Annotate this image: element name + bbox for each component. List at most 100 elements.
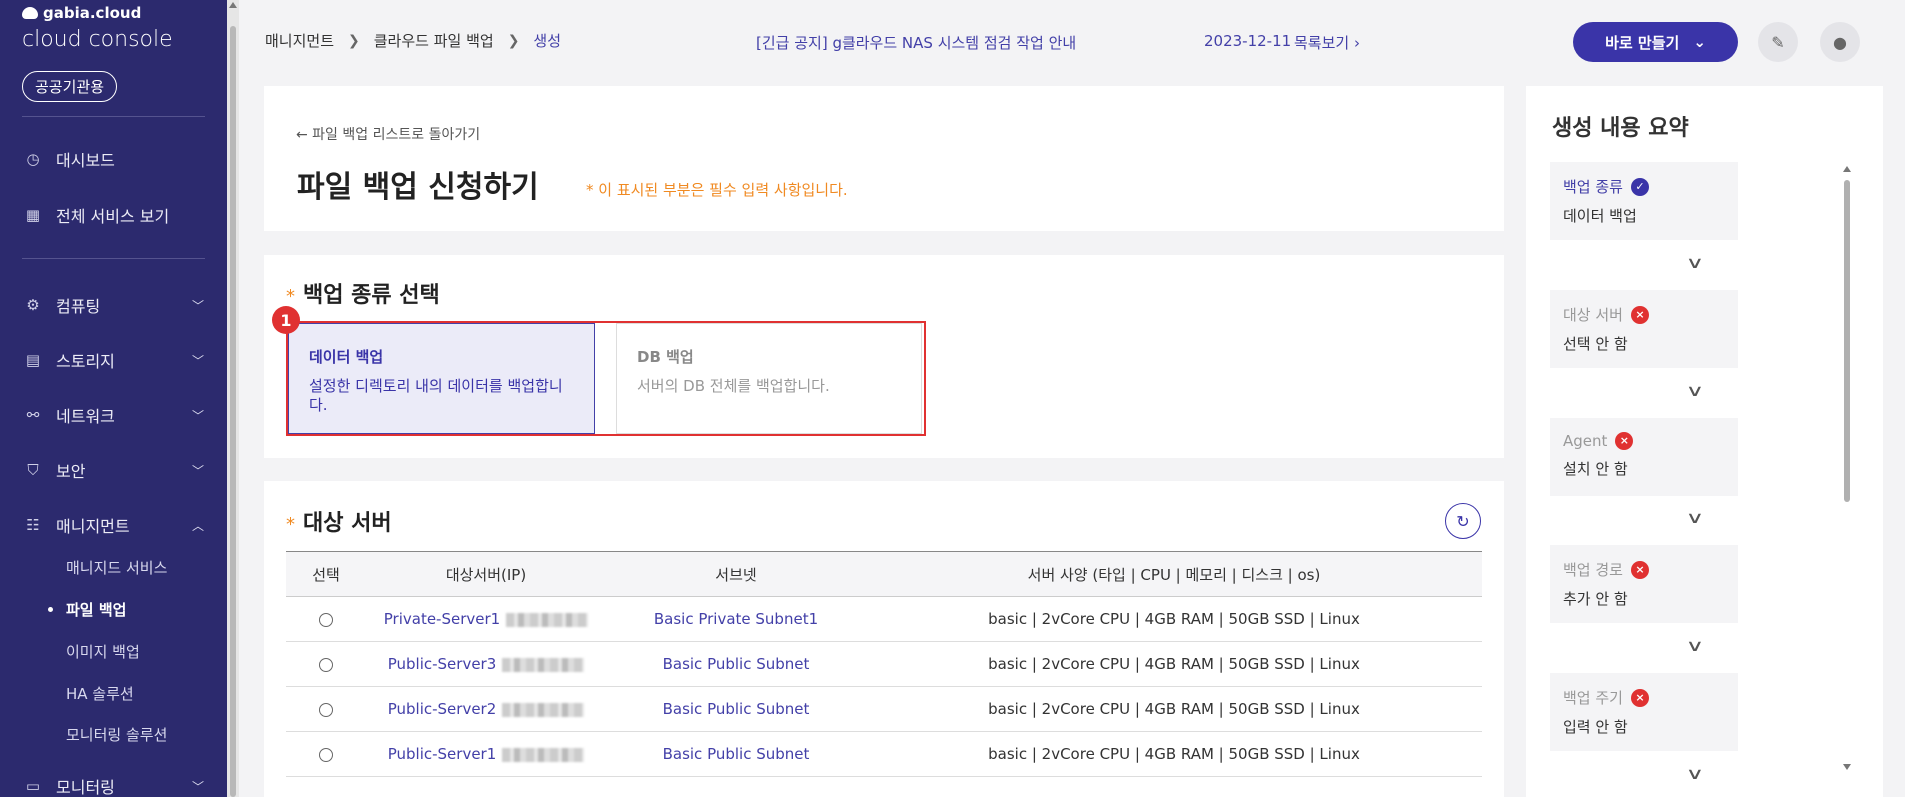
page-title: 파일 백업 신청하기 bbox=[297, 170, 539, 205]
table-row[interactable]: Public-Server2 Basic Public Subnet basic… bbox=[286, 686, 1482, 732]
server-radio[interactable] bbox=[319, 612, 333, 627]
target-server-title: * 대상 서버 bbox=[286, 505, 392, 537]
notice-link[interactable]: [긴급 공지] g클라우드 NAS 시스템 점검 작업 안내 bbox=[756, 32, 1076, 53]
select-cell bbox=[286, 731, 366, 777]
summary-label-text: 백업 종류 bbox=[1563, 178, 1623, 196]
sidebar-scrollbar[interactable] bbox=[227, 0, 239, 797]
sidebar-item-label: 스토리지 bbox=[56, 352, 115, 371]
summary-item-backup-type: 백업 종류 ✓ 데이터 백업 bbox=[1550, 162, 1738, 240]
option-data-backup[interactable]: 데이터 백업 설정한 디렉토리 내의 데이터를 백업합니다. bbox=[288, 323, 595, 434]
chevron-down-icon: ⌄ bbox=[1693, 33, 1706, 51]
chevron-down-icon[interactable]: ∨ bbox=[1685, 764, 1704, 783]
sidebar-sub-monitoring-solution[interactable]: 모니터링 솔루션 bbox=[66, 724, 167, 745]
sidebar-item-management[interactable]: ☷ 매니지먼트 ︿ bbox=[24, 510, 204, 540]
option-title: 데이터 백업 bbox=[309, 348, 384, 366]
server-radio[interactable] bbox=[319, 747, 333, 762]
sidebar-item-all-services[interactable]: ▦ 전체 서비스 보기 bbox=[24, 200, 204, 230]
spec-cell: basic | 2vCore CPU | 4GB RAM | 50GB SSD … bbox=[866, 641, 1482, 687]
scroll-up-arrow-icon[interactable] bbox=[229, 2, 237, 8]
chat-icon[interactable]: ✎ bbox=[1758, 22, 1798, 62]
sidebar-item-label: 모니터링 bbox=[56, 778, 115, 797]
error-icon: × bbox=[1630, 688, 1649, 707]
notice-date: 2023-12-11 bbox=[1204, 32, 1292, 50]
sidebar-sub-ha-solution[interactable]: HA 솔루션 bbox=[66, 683, 134, 704]
chevron-down-icon[interactable]: ∨ bbox=[1685, 636, 1704, 655]
scrollbar-thumb[interactable] bbox=[1844, 180, 1850, 502]
refresh-icon: ↻ bbox=[1456, 511, 1470, 531]
table-row[interactable]: Private-Server1 Basic Private Subnet1 ba… bbox=[286, 596, 1482, 642]
chevron-down-icon[interactable]: ∨ bbox=[1685, 508, 1704, 527]
breadcrumb-item[interactable]: 매니지먼트 bbox=[265, 30, 334, 51]
cpu-icon: ⚙ bbox=[26, 296, 40, 314]
summary-item-backup-path: 백업 경로 × 추가 안 함 bbox=[1550, 545, 1738, 623]
sidebar-sub-image-backup[interactable]: 이미지 백업 bbox=[66, 641, 140, 662]
summary-label-text: 대상 서버 bbox=[1563, 306, 1623, 324]
sidebar-item-label: 네트워크 bbox=[56, 407, 115, 426]
sidebar-divider bbox=[22, 258, 205, 259]
chevron-down-icon[interactable]: ∨ bbox=[1685, 381, 1704, 400]
server-cell[interactable]: Public-Server1 bbox=[366, 731, 606, 777]
chevron-down-icon[interactable]: ∨ bbox=[1685, 253, 1704, 272]
quick-create-button[interactable]: 바로 만들기 ⌄ bbox=[1573, 22, 1738, 62]
summary-label: 대상 서버 × bbox=[1563, 304, 1725, 325]
sidebar-item-label: 전체 서비스 보기 bbox=[56, 207, 170, 226]
notice-list-link[interactable]: 목록보기 › bbox=[1294, 32, 1360, 53]
back-to-list-link[interactable]: ← 파일 백업 리스트로 돌아가기 bbox=[296, 124, 480, 144]
dashboard-icon: ◷ bbox=[26, 150, 40, 168]
sidebar-divider bbox=[22, 116, 205, 117]
server-radio[interactable] bbox=[319, 657, 333, 672]
sidebar-item-label: 컴퓨팅 bbox=[56, 297, 101, 316]
spec-cell: basic | 2vCore CPU | 4GB RAM | 50GB SSD … bbox=[866, 731, 1482, 777]
server-cell[interactable]: Public-Server2 bbox=[366, 686, 606, 732]
sidebar-item-security[interactable]: ⛉ 보안 ﹀ bbox=[24, 455, 204, 485]
sidebar: gabia.cloud cloud console 공공기관용 ◷ 대시보드 ▦ 전… bbox=[0, 0, 227, 797]
refresh-button[interactable]: ↻ bbox=[1445, 503, 1481, 539]
sidebar-item-storage[interactable]: ▤ 스토리지 ﹀ bbox=[24, 345, 204, 375]
option-title: DB 백업 bbox=[637, 348, 694, 366]
scroll-down-arrow-icon[interactable] bbox=[1843, 764, 1851, 770]
title-card bbox=[264, 86, 1504, 231]
table-row[interactable]: Public-Server1 Basic Public Subnet basic… bbox=[286, 731, 1482, 777]
table-header-row: 선택 대상서버(IP) 서브넷 서버 사양 (타입 | CPU | 메모리 | … bbox=[286, 551, 1482, 597]
chevron-right-icon: ❯ bbox=[507, 32, 520, 49]
summary-value: 선택 안 함 bbox=[1563, 335, 1628, 353]
server-cell[interactable]: Private-Server1 bbox=[366, 596, 606, 642]
table-row[interactable]: Public-Server3 Basic Public Subnet basic… bbox=[286, 641, 1482, 687]
select-cell bbox=[286, 641, 366, 687]
spec-cell: basic | 2vCore CPU | 4GB RAM | 50GB SSD … bbox=[866, 596, 1482, 642]
subnet-cell[interactable]: Basic Public Subnet bbox=[606, 686, 866, 732]
scroll-up-arrow-icon[interactable] bbox=[1843, 166, 1851, 172]
server-radio[interactable] bbox=[319, 702, 333, 717]
summary-scrollbar[interactable] bbox=[1843, 166, 1851, 770]
sidebar-item-computing[interactable]: ⚙ 컴퓨팅 ﹀ bbox=[24, 290, 204, 320]
sidebar-sub-file-backup[interactable]: 파일 백업 bbox=[47, 599, 126, 620]
sidebar-item-dashboard[interactable]: ◷ 대시보드 bbox=[24, 144, 204, 174]
col-server: 대상서버(IP) bbox=[366, 551, 606, 597]
target-server-title-text: 대상 서버 bbox=[303, 511, 392, 536]
brand-logo-small[interactable]: gabia.cloud bbox=[22, 4, 141, 22]
option-db-backup[interactable]: DB 백업 서버의 DB 전체를 백업합니다. bbox=[616, 323, 922, 434]
brand-logo[interactable]: cloud console bbox=[22, 27, 173, 52]
sidebar-item-monitoring[interactable]: ▭ 모니터링 ﹀ bbox=[24, 771, 204, 797]
masked-ip bbox=[506, 612, 589, 627]
server-cell[interactable]: Public-Server3 bbox=[366, 641, 606, 687]
sidebar-item-network[interactable]: ⚯ 네트워크 ﹀ bbox=[24, 400, 204, 430]
public-sector-button[interactable]: 공공기관용 bbox=[22, 71, 118, 102]
scrollbar-thumb[interactable] bbox=[230, 26, 236, 797]
col-spec: 서버 사양 (타입 | CPU | 메모리 | 디스크 | os) bbox=[866, 551, 1482, 597]
breadcrumb-item[interactable]: 클라우드 파일 백업 bbox=[374, 30, 494, 51]
summary-value: 설치 안 함 bbox=[1563, 460, 1628, 478]
subnet-cell[interactable]: Basic Private Subnet1 bbox=[606, 596, 866, 642]
grid-icon: ▦ bbox=[25, 206, 41, 224]
user-avatar-icon[interactable]: ● bbox=[1820, 22, 1860, 62]
col-select: 선택 bbox=[286, 551, 366, 597]
step-badge: 1 bbox=[272, 306, 300, 334]
error-icon: × bbox=[1630, 305, 1649, 324]
chevron-up-icon: ︿ bbox=[191, 519, 204, 533]
quick-create-label: 바로 만들기 bbox=[1605, 33, 1680, 52]
sidebar-sub-managed-service[interactable]: 매니지드 서비스 bbox=[66, 557, 167, 578]
subnet-cell[interactable]: Basic Public Subnet bbox=[606, 641, 866, 687]
subnet-cell[interactable]: Basic Public Subnet bbox=[606, 731, 866, 777]
required-note: * 이 표시된 부분은 필수 입력 사항입니다. bbox=[586, 181, 848, 199]
error-icon: × bbox=[1630, 560, 1649, 579]
